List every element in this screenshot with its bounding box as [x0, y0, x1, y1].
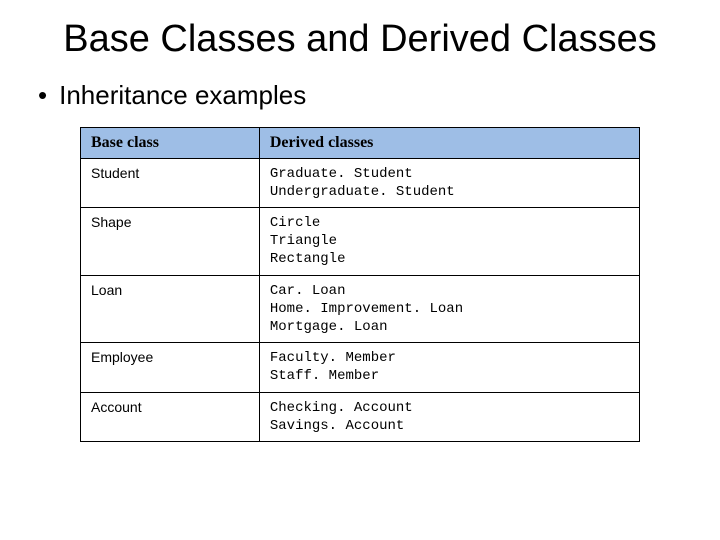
- derived-class-item: Savings. Account: [270, 417, 629, 435]
- derived-class-item: Undergraduate. Student: [270, 183, 629, 201]
- derived-class-item: Staff. Member: [270, 367, 629, 385]
- derived-class-item: Triangle: [270, 232, 629, 250]
- header-derived-classes: Derived classes: [259, 127, 639, 158]
- table-row: LoanCar. LoanHome. Improvement. LoanMort…: [81, 275, 640, 343]
- cell-derived-classes: Car. LoanHome. Improvement. LoanMortgage…: [259, 275, 639, 343]
- derived-class-item: Mortgage. Loan: [270, 318, 629, 336]
- derived-class-item: Car. Loan: [270, 282, 629, 300]
- cell-base-class: Employee: [81, 343, 260, 392]
- derived-class-item: Graduate. Student: [270, 165, 629, 183]
- derived-class-item: Circle: [270, 214, 629, 232]
- table-header-row: Base class Derived classes: [81, 127, 640, 158]
- bullet-dot-icon: •: [38, 80, 47, 111]
- table-row: AccountChecking. AccountSavings. Account: [81, 392, 640, 441]
- cell-derived-classes: Graduate. StudentUndergraduate. Student: [259, 158, 639, 207]
- bullet-text: Inheritance examples: [59, 80, 306, 111]
- header-base-class: Base class: [81, 127, 260, 158]
- derived-class-item: Home. Improvement. Loan: [270, 300, 629, 318]
- cell-derived-classes: CircleTriangleRectangle: [259, 208, 639, 276]
- slide-title: Base Classes and Derived Classes: [30, 18, 690, 62]
- table-row: EmployeeFaculty. MemberStaff. Member: [81, 343, 640, 392]
- table-row: ShapeCircleTriangleRectangle: [81, 208, 640, 276]
- cell-derived-classes: Checking. AccountSavings. Account: [259, 392, 639, 441]
- bullet-item: • Inheritance examples: [38, 80, 690, 111]
- cell-base-class: Loan: [81, 275, 260, 343]
- derived-class-item: Rectangle: [270, 250, 629, 268]
- derived-class-item: Checking. Account: [270, 399, 629, 417]
- inheritance-table: Base class Derived classes StudentGradua…: [80, 127, 640, 442]
- cell-base-class: Account: [81, 392, 260, 441]
- derived-class-item: Faculty. Member: [270, 349, 629, 367]
- table-row: StudentGraduate. StudentUndergraduate. S…: [81, 158, 640, 207]
- cell-derived-classes: Faculty. MemberStaff. Member: [259, 343, 639, 392]
- cell-base-class: Student: [81, 158, 260, 207]
- cell-base-class: Shape: [81, 208, 260, 276]
